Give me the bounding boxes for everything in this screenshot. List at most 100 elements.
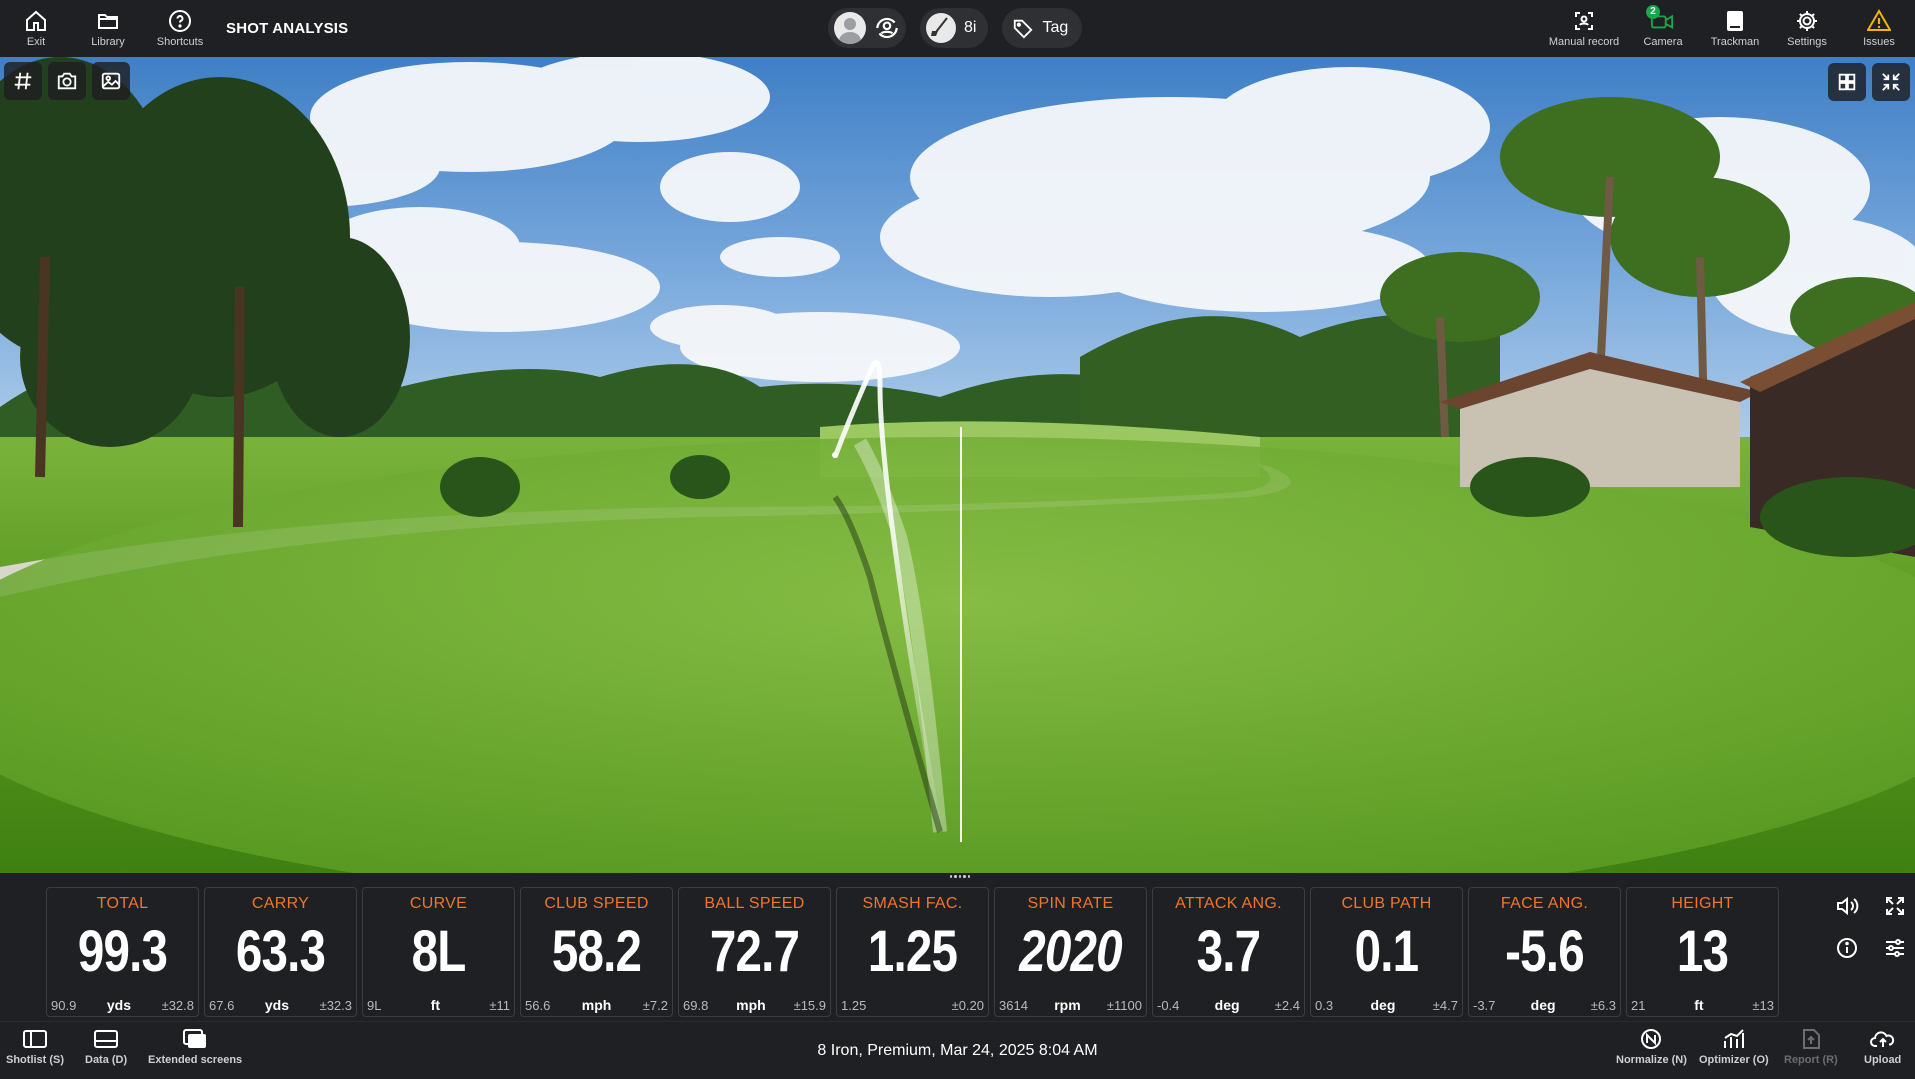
tag-button[interactable]: Tag: [1002, 8, 1083, 48]
speaker-icon: [1837, 896, 1859, 916]
settings-button[interactable]: Settings: [1771, 0, 1843, 57]
metric-min: 3614: [999, 998, 1028, 1013]
sound-button[interactable]: [1832, 891, 1862, 921]
library-button[interactable]: Library: [72, 0, 144, 57]
metric-min: 21: [1631, 998, 1646, 1013]
expand-icon: [1886, 897, 1904, 915]
metric-value: 2020: [1019, 919, 1122, 984]
metric-card-ball-speed[interactable]: BALL SPEED 72.7 69.8 mph ±15.9: [678, 887, 831, 1017]
grid-icon: [1838, 73, 1856, 91]
optimizer-label: Optimizer (O): [1699, 1054, 1769, 1066]
metric-label: ATTACK ANG.: [1175, 895, 1282, 912]
metric-value: -5.6: [1505, 919, 1585, 984]
metric-deviation: ±4.7: [1432, 998, 1458, 1013]
shortcuts-button[interactable]: Shortcuts: [144, 0, 216, 57]
metric-value: 63.3: [235, 919, 326, 984]
grid-toggle-button[interactable]: [4, 62, 42, 100]
normalize-icon: [1641, 1029, 1662, 1049]
shortcuts-label: Shortcuts: [156, 36, 204, 48]
info-icon: [1837, 938, 1857, 958]
metric-label: CLUB SPEED: [544, 895, 649, 912]
metric-card-spin-rate[interactable]: SPIN RATE 2020 3614 rpm ±1100: [994, 887, 1147, 1017]
metric-card-face-angle[interactable]: FACE ANG. -5.6 -3.7 deg ±6.3: [1468, 887, 1621, 1017]
metric-label: SPIN RATE: [1027, 895, 1114, 912]
metric-min: -0.4: [1157, 998, 1180, 1013]
metric-unit: yds: [106, 997, 131, 1013]
metric-deviation: ±11: [489, 998, 510, 1013]
camera-icon: [57, 72, 77, 90]
metric-label: CARRY: [251, 895, 310, 912]
metric-deviation: ±15.9: [793, 998, 826, 1013]
metric-cards: TOTAL 99.3 90.9 yds ±32.8 CARRY 63.3 67.6 y…: [46, 887, 1779, 1017]
metric-unit: deg: [1370, 997, 1396, 1013]
session-controls: 8i Tag: [828, 8, 1083, 48]
player-selector[interactable]: [828, 8, 906, 48]
screenshot-button[interactable]: [48, 62, 86, 100]
tag-label: Tag: [1042, 19, 1069, 36]
metric-unit: deg: [1530, 997, 1556, 1013]
fullscreen-button[interactable]: [1880, 891, 1910, 921]
record-frame-icon: [1575, 12, 1593, 30]
metric-min: 69.8: [683, 998, 709, 1013]
metric-card-carry[interactable]: CARRY 63.3 67.6 yds ±32.3: [204, 887, 357, 1017]
optimizer-button[interactable]: Optimizer (O): [1699, 1028, 1769, 1066]
trackman-label: Trackman: [1710, 36, 1760, 48]
image-icon: [101, 72, 121, 90]
customize-button[interactable]: [1880, 933, 1910, 963]
metric-label: SMASH FAC.: [862, 895, 963, 912]
image-button[interactable]: [92, 62, 130, 100]
manual-record-button[interactable]: Manual record: [1541, 0, 1627, 57]
metric-unit: ft: [430, 997, 441, 1013]
metric-label: CLUB PATH: [1341, 895, 1432, 912]
settings-label: Settings: [1787, 36, 1827, 48]
metric-card-attack-angle[interactable]: ATTACK ANG. 3.7 -0.4 deg ±2.4: [1152, 887, 1305, 1017]
avatar: [834, 12, 866, 44]
club-label: 8i: [964, 19, 977, 36]
metric-card-club-speed[interactable]: CLUB SPEED 58.2 56.6 mph ±7.2: [520, 887, 673, 1017]
layout-grid-button[interactable]: [1828, 63, 1866, 101]
cloud-upload-icon: [1869, 1031, 1894, 1047]
metric-card-curve[interactable]: CURVE 8L 9L ft ±11: [362, 887, 515, 1017]
metric-label: HEIGHT: [1671, 895, 1734, 912]
upload-button[interactable]: Upload: [1864, 1028, 1901, 1066]
camera-label: Camera: [1643, 36, 1683, 48]
metrics-panel: TOTAL 99.3 90.9 yds ±32.8 CARRY 63.3 67.6 y…: [0, 873, 1915, 1021]
issues-label: Issues: [1863, 36, 1895, 48]
metric-side-controls: [1832, 891, 1915, 963]
folder-icon: [98, 14, 118, 29]
metric-min: -3.7: [1473, 998, 1496, 1013]
metric-value: 8L: [411, 919, 467, 984]
metric-min: 67.6: [209, 998, 235, 1013]
trackman-device-icon: [1727, 11, 1743, 31]
metric-label: BALL SPEED: [704, 895, 805, 912]
tag-icon: [1014, 19, 1033, 39]
exit-button[interactable]: Exit: [0, 0, 72, 57]
resize-handle[interactable]: [949, 875, 971, 881]
metric-card-total[interactable]: TOTAL 99.3 90.9 yds ±32.8: [46, 887, 199, 1017]
switch-player-icon[interactable]: [874, 15, 900, 41]
metric-card-smash-factor[interactable]: SMASH FAC. 1.25 1.25 ±0.20: [836, 887, 989, 1017]
metric-label: TOTAL: [96, 895, 149, 912]
metric-value: 13: [1676, 919, 1729, 984]
course-view[interactable]: [0, 57, 1915, 873]
upload-label: Upload: [1864, 1054, 1902, 1066]
camera-icon-wrap: 2: [1646, 5, 1676, 33]
info-button[interactable]: [1832, 933, 1862, 963]
metric-card-height[interactable]: HEIGHT 13 21 ft ±13: [1626, 887, 1779, 1017]
metric-card-club-path[interactable]: CLUB PATH 0.1 0.3 deg ±4.7: [1310, 887, 1463, 1017]
report-icon: [1802, 1029, 1820, 1049]
gear-icon: [1797, 11, 1817, 31]
metric-value: 58.2: [551, 919, 642, 984]
camera-button[interactable]: 2 Camera: [1627, 0, 1699, 57]
issues-button[interactable]: Issues: [1843, 0, 1915, 57]
report-button[interactable]: Report (R): [1784, 1028, 1838, 1066]
normalize-button[interactable]: Normalize (N): [1616, 1028, 1687, 1066]
collapse-view-button[interactable]: [1872, 63, 1910, 101]
metric-value: 1.25: [867, 919, 958, 984]
metric-deviation: ±7.2: [642, 998, 668, 1013]
club-selector[interactable]: 8i: [920, 8, 989, 48]
trackman-button[interactable]: Trackman: [1699, 0, 1771, 57]
metric-deviation: ±2.4: [1274, 998, 1300, 1013]
collapse-icon: [1882, 73, 1900, 91]
report-label: Report (R): [1784, 1054, 1838, 1066]
